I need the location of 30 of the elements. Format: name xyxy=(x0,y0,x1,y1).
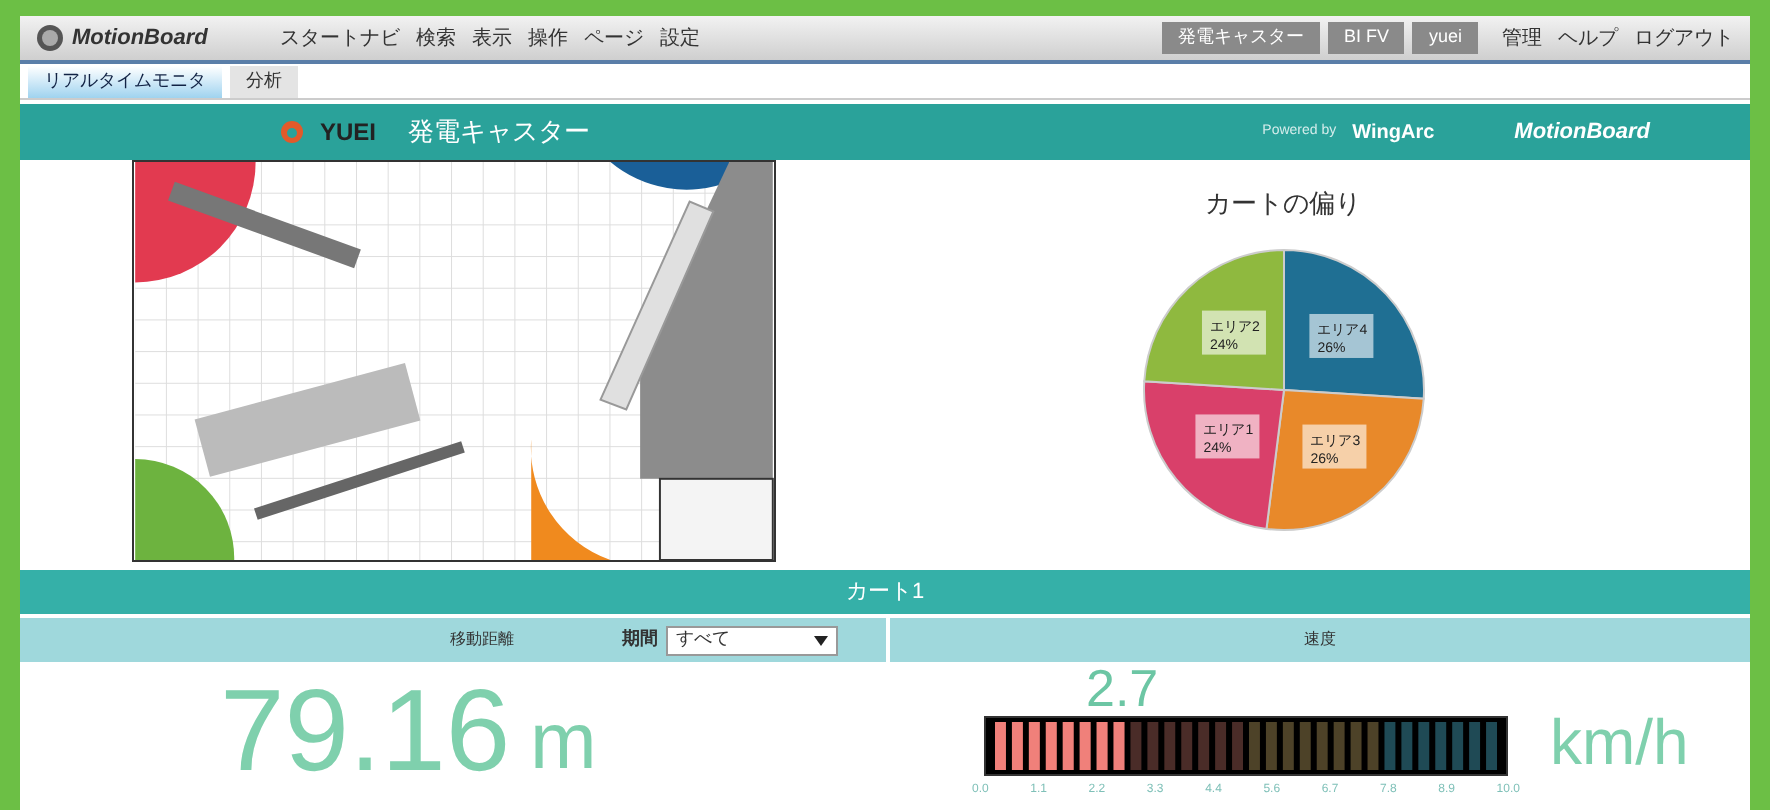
menu-item[interactable]: ヘルプ xyxy=(1558,23,1618,53)
menu-item[interactable]: 検索 xyxy=(416,23,456,53)
header-title: 発電キャスター xyxy=(408,114,591,151)
logo-icon xyxy=(36,24,64,52)
menu-item[interactable]: 操作 xyxy=(528,23,568,53)
menu-item[interactable]: 管理 xyxy=(1502,23,1542,53)
distance-unit: m xyxy=(530,702,597,782)
app-logo: MotionBoard xyxy=(72,23,208,54)
menu-item[interactable]: 表示 xyxy=(472,23,512,53)
tab[interactable]: リアルタイムモニタ xyxy=(28,66,222,98)
subheader-label: 速度 xyxy=(1304,628,1336,652)
period-label: 期間 xyxy=(622,626,658,653)
subheader-label: 移動距離 xyxy=(450,628,514,652)
vendor-logo: WingArc xyxy=(1352,119,1435,147)
speed-value: 2.7 xyxy=(1086,662,1159,714)
tab[interactable]: 分析 xyxy=(230,66,298,98)
brand-name: YUEI xyxy=(320,116,377,150)
section-title: カート1 xyxy=(20,570,1750,614)
period-dropdown[interactable]: すべて xyxy=(666,625,838,655)
caret-icon xyxy=(814,635,828,645)
speed-unit: km/h xyxy=(1550,710,1689,774)
menu-item[interactable]: 設定 xyxy=(660,23,700,53)
pie-slice xyxy=(1142,248,1284,390)
chart-title: カートの偏り xyxy=(1205,186,1361,222)
product-logo: MotionBoard xyxy=(1514,117,1650,148)
menu-item[interactable]: ログアウト xyxy=(1634,23,1734,53)
distance-value: 79.16 xyxy=(220,674,511,790)
brand-icon xyxy=(280,120,304,144)
menu-item[interactable]: ページ xyxy=(584,23,644,53)
menu-item[interactable]: スタートナビ xyxy=(280,23,400,53)
